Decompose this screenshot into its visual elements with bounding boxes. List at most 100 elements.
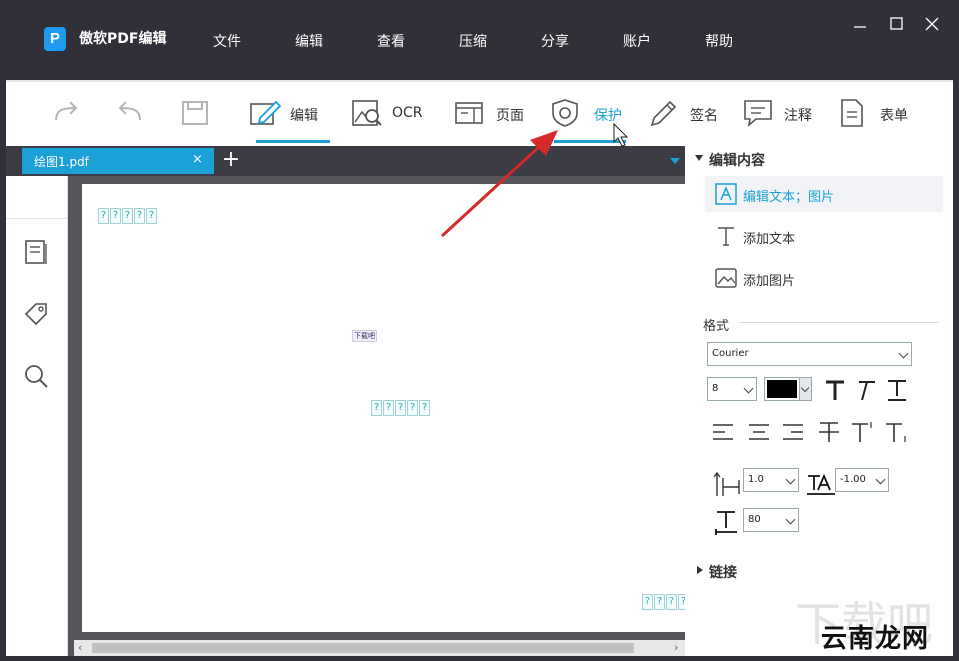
superscript-icon bbox=[852, 422, 872, 442]
menu-edit[interactable]: 编辑 bbox=[295, 31, 323, 51]
scrollbar-thumb[interactable] bbox=[92, 643, 634, 653]
bold-t-icon bbox=[826, 380, 844, 400]
left-sidebar bbox=[6, 176, 68, 656]
hover-tool-indicator bbox=[554, 140, 626, 143]
toolbar-sign-label: 签名 bbox=[690, 108, 718, 124]
italic-button[interactable] bbox=[851, 376, 879, 404]
image-icon bbox=[715, 268, 737, 288]
text-block-top[interactable]: ????? bbox=[98, 208, 158, 224]
toolbar-form-button[interactable]: 表单 bbox=[838, 98, 918, 128]
new-tab-button[interactable]: + bbox=[220, 148, 242, 174]
toolbar-annotate-button[interactable]: 注释 bbox=[742, 98, 822, 128]
color-dropdown-icon[interactable] bbox=[799, 378, 811, 400]
chevron-down-icon bbox=[785, 514, 796, 525]
bold-button[interactable] bbox=[821, 376, 849, 404]
line-spacing-select[interactable]: 1.0 bbox=[743, 468, 799, 492]
toolbar-sign-button[interactable]: 签名 bbox=[648, 98, 724, 128]
undo-icon bbox=[118, 101, 141, 121]
menu-view[interactable]: 查看 bbox=[377, 31, 405, 51]
menu-account[interactable]: 账户 bbox=[623, 31, 651, 51]
chevron-down-icon bbox=[785, 474, 796, 485]
undo-button[interactable] bbox=[114, 98, 144, 128]
text-color-fill bbox=[767, 380, 797, 398]
subscript-button[interactable] bbox=[883, 418, 911, 446]
glyph-box: ? bbox=[407, 400, 418, 416]
edit-text-image-button[interactable]: 编辑文本；图片 bbox=[705, 176, 943, 212]
menu-compress[interactable]: 压缩 bbox=[459, 31, 487, 51]
toolbar-edit-label: 编辑 bbox=[290, 108, 318, 124]
chevron-down-icon bbox=[898, 348, 909, 359]
align-right-button[interactable] bbox=[779, 418, 807, 446]
scroll-left-icon[interactable]: ‹ bbox=[78, 641, 82, 654]
glyph-box: ? bbox=[666, 594, 677, 610]
font-size-select[interactable]: 8 bbox=[707, 377, 757, 401]
minimize-icon[interactable] bbox=[850, 14, 870, 34]
redo-button[interactable] bbox=[52, 98, 82, 128]
toolbar-protect-button[interactable]: 保护 bbox=[552, 98, 632, 128]
glyph-box: ? bbox=[371, 400, 382, 416]
align-left-button[interactable] bbox=[709, 418, 737, 446]
menu-help[interactable]: 帮助 bbox=[705, 31, 733, 51]
tab-list-dropdown-icon[interactable] bbox=[670, 158, 680, 164]
add-image-button[interactable]: 添加图片 bbox=[705, 260, 943, 296]
char-spacing-icon bbox=[805, 470, 835, 498]
save-button[interactable] bbox=[180, 98, 210, 128]
page-icon bbox=[455, 102, 483, 124]
active-tool-indicator bbox=[256, 140, 330, 143]
format-label: 格式 bbox=[703, 319, 730, 334]
text-scale-select[interactable]: 80 bbox=[743, 508, 799, 532]
document-viewport[interactable]: ????? 下载吧 ????? ???? ‹ › bbox=[68, 176, 689, 656]
pdf-page[interactable]: ????? 下载吧 ????? ???? bbox=[82, 184, 689, 632]
shield-icon bbox=[552, 99, 578, 127]
thumbnails-icon[interactable] bbox=[22, 238, 50, 266]
text-block-bottom[interactable]: ???? bbox=[642, 594, 690, 610]
add-text-button[interactable]: 添加文本 bbox=[705, 218, 943, 254]
document-tab-bar: 绘图1.pdf × + bbox=[6, 146, 685, 176]
search-icon[interactable] bbox=[22, 362, 50, 390]
align-center-icon bbox=[749, 424, 769, 440]
char-spacing-value: -1.00 bbox=[840, 474, 866, 485]
small-text-label[interactable]: 下载吧 bbox=[352, 330, 377, 342]
link-section-header[interactable]: 链接 bbox=[697, 562, 737, 582]
toolbar-edit-button[interactable]: 编辑 bbox=[248, 98, 328, 128]
italic-t-icon bbox=[859, 381, 875, 401]
text-color-picker[interactable] bbox=[764, 377, 812, 401]
superscript-button[interactable] bbox=[849, 418, 877, 446]
menu-file[interactable]: 文件 bbox=[213, 31, 241, 51]
edit-content-section-header[interactable]: 编辑内容 bbox=[695, 150, 765, 170]
toolbar-ocr-button[interactable]: OCR bbox=[350, 98, 436, 128]
document-tab-title: 绘图1.pdf bbox=[34, 155, 89, 169]
glyph-box: ? bbox=[122, 208, 133, 224]
add-image-label: 添加图片 bbox=[743, 274, 796, 289]
chevron-down-icon bbox=[743, 383, 754, 394]
redo-icon bbox=[55, 101, 78, 121]
menu-share[interactable]: 分享 bbox=[541, 31, 569, 51]
toolbar-page-button[interactable]: 页面 bbox=[454, 98, 534, 128]
link-section-title: 链接 bbox=[709, 565, 737, 581]
comment-icon bbox=[744, 100, 772, 128]
toolbar-protect-label: 保护 bbox=[594, 108, 622, 124]
toolbar-page-label: 页面 bbox=[496, 108, 524, 124]
glyph-box: ? bbox=[110, 208, 121, 224]
font-family-select[interactable]: Courier bbox=[707, 342, 912, 366]
text-block-middle[interactable]: ????? bbox=[371, 400, 431, 416]
strikethrough-button[interactable] bbox=[815, 418, 843, 446]
char-spacing-select[interactable]: -1.00 bbox=[835, 468, 889, 492]
close-icon[interactable] bbox=[922, 14, 942, 34]
underline-button[interactable] bbox=[883, 376, 911, 404]
horizontal-scrollbar[interactable]: ‹ › bbox=[74, 640, 685, 656]
align-center-button[interactable] bbox=[745, 418, 773, 446]
document-tab[interactable]: 绘图1.pdf × bbox=[22, 148, 214, 174]
pen-icon bbox=[650, 100, 677, 127]
add-text-label: 添加文本 bbox=[743, 232, 796, 247]
tab-close-icon[interactable]: × bbox=[192, 153, 203, 167]
maximize-icon[interactable] bbox=[886, 14, 906, 34]
right-properties-panel: 编辑内容 编辑文本；图片 添加文本 添加图片 格式 Courier 8 1.0 … bbox=[685, 146, 953, 656]
bookmark-tag-icon[interactable] bbox=[22, 300, 50, 328]
format-divider bbox=[739, 322, 939, 323]
glyph-box: ? bbox=[642, 594, 653, 610]
edit-content-title: 编辑内容 bbox=[709, 153, 765, 169]
font-family-value: Courier bbox=[712, 348, 749, 359]
toolbar-form-label: 表单 bbox=[880, 108, 908, 124]
scroll-right-icon[interactable]: › bbox=[674, 641, 678, 654]
